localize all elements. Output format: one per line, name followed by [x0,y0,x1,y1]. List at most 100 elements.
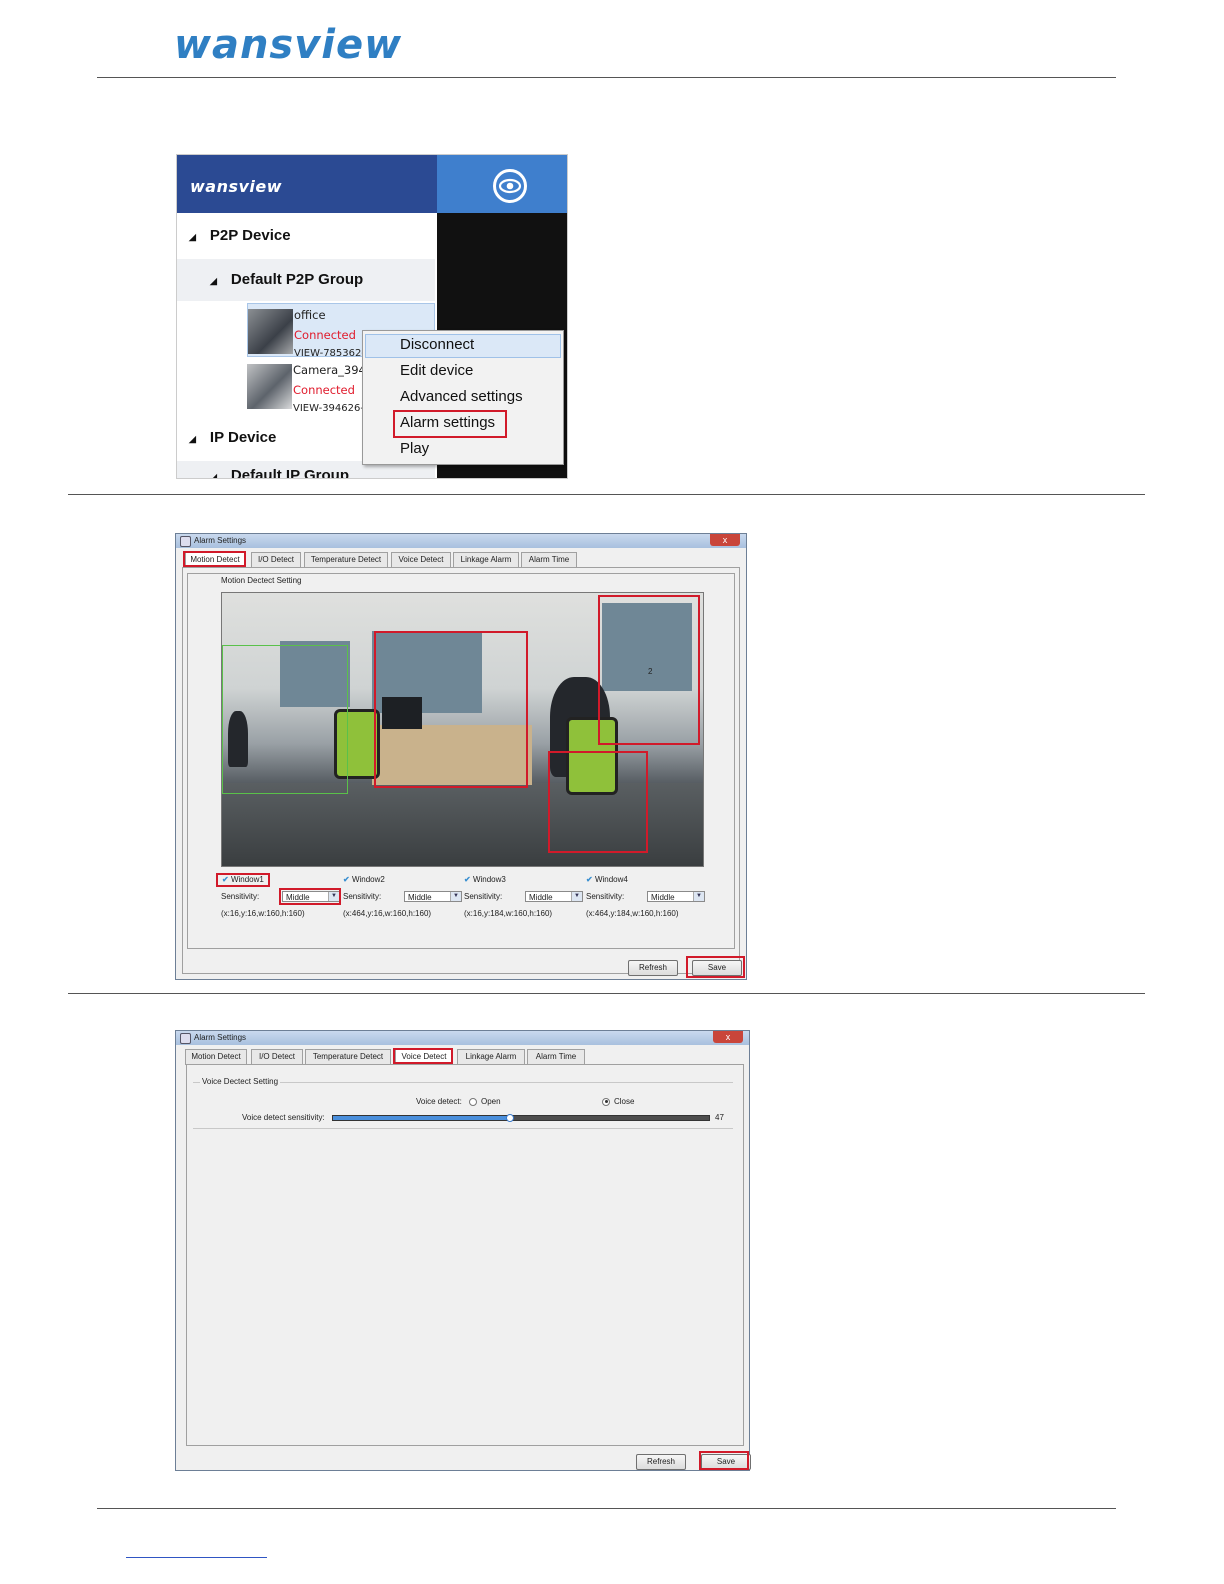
title-bar: Alarm Settings x [176,534,746,548]
window-label: Window2 [351,875,385,884]
device-status: Connected [294,328,356,342]
motion-window-red[interactable] [548,751,648,853]
radio-label: Open [481,1097,501,1106]
sensitivity-label: Sensitivity: [221,892,260,901]
dialog-title: Alarm Settings [194,1033,247,1042]
section-divider [68,494,1145,495]
group-border [193,1128,733,1129]
sensitivity-value: 47 [715,1113,724,1122]
device-id: VIEW-394626- [293,403,364,414]
eye-icon [493,169,527,203]
sensitivity-label: Sensitivity: [586,892,625,901]
region-label: 2 [648,667,653,676]
highlight-box [279,888,341,905]
radio-selected-icon [602,1097,610,1106]
window4-checkbox[interactable]: ✔ Window4 [586,875,628,884]
sensitivity-slider[interactable] [332,1114,710,1122]
highlight-box [686,956,745,978]
tree-node-default-p2p-group[interactable]: ◢ Default P2P Group [177,259,435,301]
slider-handle[interactable] [505,1114,514,1122]
section-title: Voice Dectect Setting [200,1077,281,1086]
highlight-box [699,1451,749,1470]
expand-triangle-icon: ◢ [189,434,196,444]
tree-node-p2p-device[interactable]: ◢ P2P Device [177,213,435,258]
expand-triangle-icon: ◢ [210,472,217,479]
window-icon [180,1033,191,1044]
sensitivity-select[interactable]: Middle ▼ [525,891,583,902]
device-status: Connected [293,383,355,397]
sensitivity-label: Sensitivity: [464,892,503,901]
window-label: Window3 [472,875,506,884]
sensitivity-select[interactable]: Middle ▼ [647,891,705,902]
device-name: office [294,308,326,322]
highlight-box [393,1048,453,1064]
motion-window-red[interactable]: 2 [598,595,700,745]
tab-temperature-detect[interactable]: Temperature Detect [304,552,388,568]
select-value: Middle [529,893,553,902]
window-coords: (x:16,y:184,w:160,h:160) [464,909,553,918]
window-coords: (x:16,y:16,w:160,h:160) [221,909,305,918]
dialog-title: Alarm Settings [194,536,247,545]
motion-window-red[interactable] [374,631,528,788]
footer-divider [97,1508,1116,1509]
tab-temperature-detect[interactable]: Temperature Detect [305,1049,391,1065]
radio-close[interactable]: Close [602,1097,634,1106]
tab-alarm-time[interactable]: Alarm Time [521,552,577,568]
sensitivity-select[interactable]: Middle ▼ [404,891,462,902]
highlight-box [216,873,270,887]
slider-fill [333,1116,510,1120]
tab-io-detect[interactable]: I/O Detect [251,1049,303,1065]
tree-node-label: P2P Device [209,227,291,244]
logo-text: wansview [174,22,403,68]
check-icon: ✔ [464,875,471,884]
live-view-button[interactable] [437,155,567,213]
window3-checkbox[interactable]: ✔ Window3 [464,875,506,884]
close-button[interactable]: x [710,534,740,546]
check-icon: ✔ [343,875,350,884]
alarm-settings-dialog-motion: Alarm Settings x Motion Detect I/O Detec… [175,533,747,980]
menu-item-disconnect[interactable]: Disconnect [400,336,474,353]
context-menu: Disconnect Edit device Advanced settings… [362,330,564,465]
section-divider [68,993,1145,994]
tab-content-panel: Motion Dectect Setting 2 ✔ Window1 Sensi… [182,567,740,974]
tab-io-detect[interactable]: I/O Detect [251,552,301,568]
highlight-box [393,410,507,438]
sensitivity-label: Sensitivity: [343,892,382,901]
radio-icon [469,1097,477,1106]
tab-alarm-time[interactable]: Alarm Time [527,1049,585,1065]
select-value: Middle [651,893,675,902]
close-button[interactable]: x [713,1031,743,1043]
menu-item-advanced-settings[interactable]: Advanced settings [400,388,523,405]
menu-item-play[interactable]: Play [400,440,429,457]
header-divider [97,77,1116,78]
refresh-button[interactable]: Refresh [628,960,678,976]
chevron-down-icon: ▼ [571,892,582,901]
highlight-box [183,551,246,567]
menu-item-edit-device[interactable]: Edit device [400,362,473,379]
device-list-panel: wansview ◢ P2P Device ◢ Default P2P Group … [176,154,568,479]
device-thumbnail [247,364,292,409]
expand-triangle-icon: ◢ [189,232,196,242]
window-coords: (x:464,y:184,w:160,h:160) [586,909,679,918]
window2-checkbox[interactable]: ✔ Window2 [343,875,385,884]
device-thumbnail [248,309,293,354]
app-header-bar: wansview [177,155,437,213]
refresh-button[interactable]: Refresh [636,1454,686,1470]
tab-motion-detect[interactable]: Motion Detect [185,1049,247,1065]
voice-detect-label: Voice detect: [416,1097,462,1106]
window-icon [180,536,191,547]
tree-node-label: Default P2P Group [230,271,364,288]
tab-linkage-alarm[interactable]: Linkage Alarm [453,552,519,568]
device-id: VIEW-785362- [294,348,365,359]
tab-voice-detect[interactable]: Voice Detect [391,552,451,568]
chevron-down-icon: ▼ [693,892,704,901]
select-value: Middle [408,893,432,902]
radio-open[interactable]: Open [469,1097,501,1106]
alarm-settings-dialog-voice: Alarm Settings x Motion Detect I/O Detec… [175,1030,751,1471]
motion-window-green[interactable] [222,645,348,794]
tab-linkage-alarm[interactable]: Linkage Alarm [457,1049,525,1065]
camera-preview[interactable]: 2 [221,592,704,867]
tree-node-label: Default IP Group [230,467,349,479]
window-coords: (x:464,y:16,w:160,h:160) [343,909,432,918]
section-title: Motion Dectect Setting [221,576,302,585]
